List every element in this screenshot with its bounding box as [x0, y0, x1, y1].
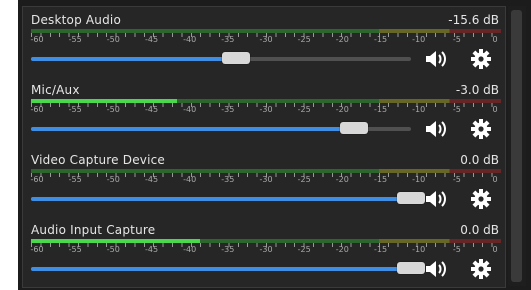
channel-db-readout: 0.0 dB [460, 223, 499, 237]
audio-mixer-panel: Desktop Audio -15.6 dB -60 -55 -50 -45 -40 -3… [22, 6, 506, 288]
meter-scale-label: -5 [452, 105, 461, 114]
volume-slider-fill [31, 57, 237, 61]
meter-scale-label: -55 [68, 35, 82, 44]
speaker-icon[interactable] [423, 258, 447, 280]
meter-scale-label: -45 [144, 35, 159, 44]
meter-scale-label: -45 [144, 175, 159, 184]
meter-scale-label: -25 [297, 35, 311, 44]
meter-scale-label: -20 [335, 105, 349, 114]
meter-scale-label: -20 [335, 245, 349, 254]
meter-scale-label: 0 [492, 35, 498, 44]
volume-slider-handle[interactable] [222, 52, 251, 64]
meter-scale-label: -50 [106, 35, 120, 44]
meter-scale-label: -15 [373, 245, 388, 254]
channel-db-readout: -15.6 dB [448, 13, 499, 27]
gear-icon[interactable] [469, 48, 493, 70]
meter-scale-label: -55 [68, 105, 82, 114]
volume-slider-handle[interactable] [397, 192, 425, 204]
meter-scale-label: -40 [183, 105, 197, 114]
channel-db-readout: -3.0 dB [455, 83, 499, 97]
meter-scale-label: -35 [221, 175, 235, 184]
meter-scale-label: 0 [492, 105, 498, 114]
volume-slider-fill [31, 127, 354, 131]
volume-slider-fill [31, 197, 411, 201]
volume-slider-fill [31, 267, 411, 271]
channel-db-readout: 0.0 dB [460, 153, 499, 167]
mixer-channel: Video Capture Device 0.0 dB -60 -55 -50 -45… [23, 147, 505, 217]
meter-scale-label: -15 [373, 105, 388, 114]
meter-scale-label: -25 [297, 245, 311, 254]
volume-slider-handle[interactable] [340, 122, 368, 134]
meter-scale-label: -20 [335, 35, 349, 44]
meter-scale-label: -25 [297, 175, 311, 184]
speaker-icon[interactable] [423, 118, 447, 140]
meter-scale-label: -5 [452, 245, 461, 254]
channel-name: Audio Input Capture [31, 223, 156, 237]
meter-scale-label: -50 [106, 245, 120, 254]
meter-scale-label: -60 [30, 175, 44, 184]
meter-scale: -60 -55 -50 -45 -40 -35 -30 -25 -20 -15 -10 -5 0 [30, 105, 501, 117]
meter-scale-label: -25 [297, 105, 311, 114]
meter-scale-label: -45 [144, 105, 159, 114]
meter-scale-label: -50 [106, 105, 120, 114]
meter-scale-label: 0 [492, 175, 498, 184]
gear-icon[interactable] [469, 118, 493, 140]
meter-scale-label: 0 [492, 245, 498, 254]
mixer-channel: Mic/Aux -3.0 dB -60 -55 -50 -45 -40 -35 -30 -25… [23, 77, 505, 147]
meter-scale-label: -55 [68, 245, 82, 254]
channel-name: Mic/Aux [31, 83, 80, 97]
meter-scale-label: -55 [68, 175, 82, 184]
volume-slider[interactable] [31, 52, 411, 64]
meter-scale-label: -60 [30, 245, 44, 254]
meter-scale-label: -30 [259, 245, 273, 254]
volume-slider[interactable] [31, 192, 425, 204]
meter-scale-label: -50 [106, 175, 120, 184]
meter-scale-label: -15 [373, 35, 388, 44]
vertical-scrollbar[interactable] [508, 6, 526, 286]
volume-slider[interactable] [31, 122, 411, 134]
speaker-icon[interactable] [423, 188, 447, 210]
meter-scale-label: -10 [412, 35, 426, 44]
meter-scale: -60 -55 -50 -45 -40 -35 -30 -25 -20 -15 -10 -5 0 [30, 175, 501, 187]
volume-slider[interactable] [31, 262, 425, 274]
meter-scale-label: -60 [30, 35, 44, 44]
meter-scale-label: -5 [452, 175, 461, 184]
meter-scale-label: -35 [221, 245, 235, 254]
meter-scale-label: -60 [30, 105, 44, 114]
scrollbar-thumb[interactable] [511, 10, 522, 282]
meter-scale-label: -40 [183, 245, 197, 254]
channel-name: Video Capture Device [31, 153, 166, 167]
meter-scale-label: -20 [335, 175, 349, 184]
meter-scale-label: -10 [412, 105, 426, 114]
volume-slider-handle[interactable] [397, 262, 425, 274]
meter-scale: -60 -55 -50 -45 -40 -35 -30 -25 -20 -15 -10 -5 0 [30, 245, 501, 257]
meter-scale-label: -45 [144, 245, 159, 254]
meter-scale-label: -40 [183, 35, 197, 44]
meter-scale: -60 -55 -50 -45 -40 -35 -30 -25 -20 -15 -10 -5 0 [30, 35, 501, 47]
gear-icon[interactable] [469, 258, 493, 280]
meter-scale-label: -10 [412, 245, 426, 254]
meter-scale-label: -15 [373, 175, 388, 184]
gear-icon[interactable] [469, 188, 493, 210]
meter-scale-label: -30 [259, 105, 273, 114]
speaker-icon[interactable] [423, 48, 447, 70]
meter-scale-label: -40 [183, 175, 197, 184]
mixer-channel: Desktop Audio -15.6 dB -60 -55 -50 -45 -40 -3… [23, 7, 505, 77]
meter-scale-label: -35 [221, 35, 235, 44]
mixer-channel: Audio Input Capture 0.0 dB -60 -55 -50 -45-… [23, 217, 505, 287]
channel-name: Desktop Audio [31, 13, 122, 27]
meter-scale-label: -30 [259, 175, 273, 184]
meter-scale-label: -5 [452, 35, 461, 44]
meter-scale-label: -10 [412, 175, 426, 184]
meter-scale-label: -35 [221, 105, 235, 114]
meter-scale-label: -30 [259, 35, 273, 44]
